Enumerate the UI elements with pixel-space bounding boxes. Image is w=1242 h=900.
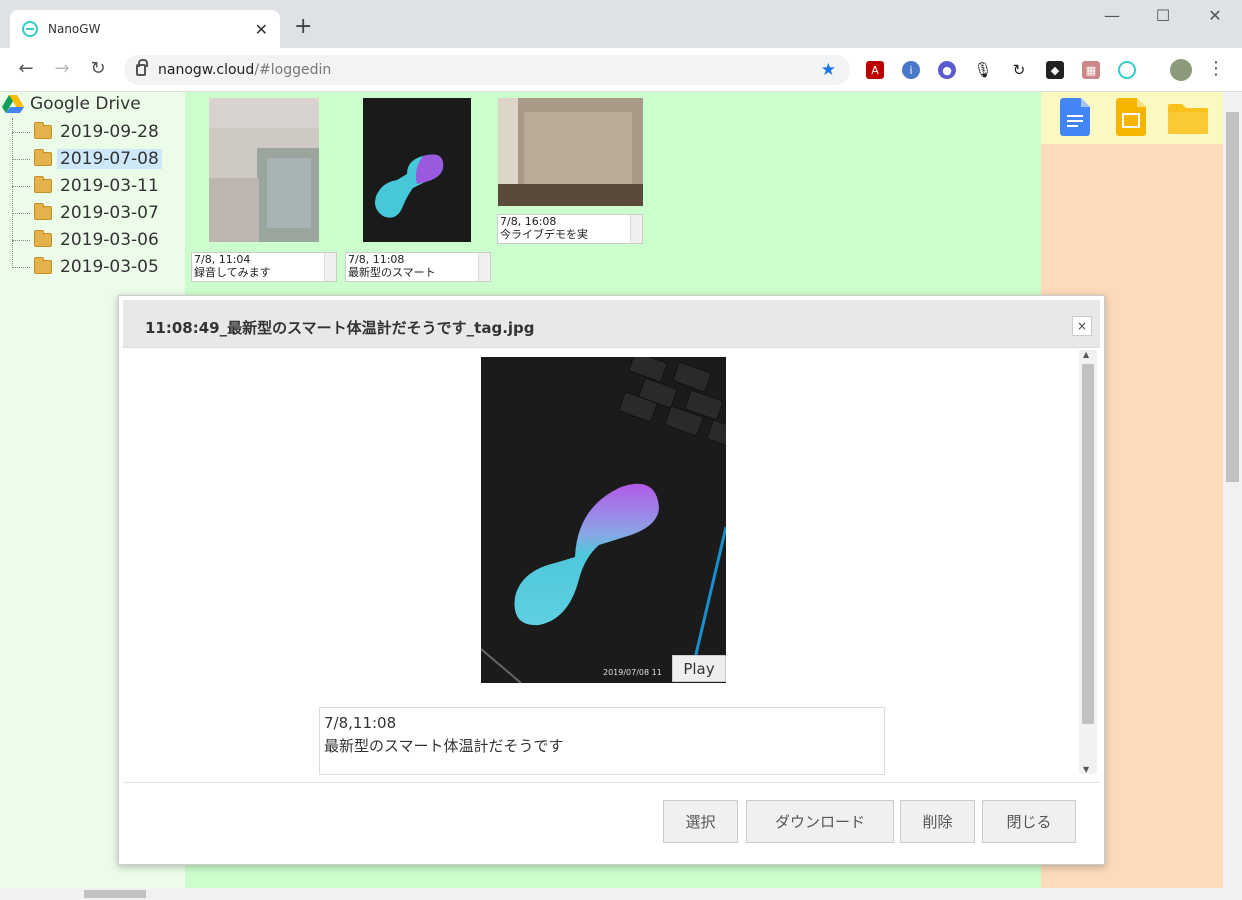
thumbnail-caption[interactable]: 7/8, 11:08 最新型のスマート [345, 252, 491, 282]
minimize-button[interactable]: — [1097, 6, 1127, 25]
microphone-icon[interactable]: 🎙 [973, 61, 992, 79]
scroll-down-icon[interactable]: ▼ [1083, 765, 1089, 774]
delete-button[interactable]: 削除 [900, 800, 975, 843]
extension-icon[interactable]: ● [938, 61, 956, 79]
download-button[interactable]: ダウンロード [746, 800, 894, 843]
browser-tab[interactable]: NanoGW ✕ [10, 10, 280, 48]
photo-thumbnail[interactable] [209, 98, 319, 242]
scroll-up-icon[interactable]: ▲ [1083, 350, 1089, 359]
caption-scrollbar[interactable] [630, 215, 642, 243]
caption-scrollbar[interactable] [324, 253, 336, 281]
google-drive-icon [2, 95, 24, 113]
nanogw-extension-icon[interactable] [1118, 61, 1136, 79]
select-button[interactable]: 選択 [663, 800, 738, 843]
dialog-title: 11:08:49_最新型のスマート体温計だそうです_tag.jpg [145, 319, 535, 337]
nanogw-favicon-icon [22, 21, 38, 37]
folder-icon [34, 122, 52, 139]
cat-extension-icon[interactable]: ◆ [1046, 61, 1064, 79]
folder-icon [34, 230, 52, 247]
tab-title: NanoGW [48, 22, 101, 36]
page-vertical-scrollbar[interactable] [1223, 92, 1242, 900]
back-button[interactable]: ← [14, 58, 38, 79]
folder-icon [34, 176, 52, 193]
tree-item[interactable]: 2019-09-28 [12, 120, 162, 144]
folder-icon [34, 203, 52, 220]
browser-menu-icon[interactable]: ⋮ [1204, 58, 1228, 79]
dialog-scrollbar[interactable]: ▲ ▼ [1079, 350, 1097, 774]
browser-toolbar: ← → ↻ nanogw.cloud/#loggedin ★ A i ● 🎙 ↻… [0, 48, 1242, 92]
tree-root-label: Google Drive [30, 94, 141, 114]
address-bar[interactable]: nanogw.cloud/#loggedin ★ [124, 55, 850, 85]
sync-icon[interactable]: ↻ [1010, 61, 1028, 79]
slides-icon[interactable] [1116, 98, 1146, 136]
page-horizontal-scrollbar[interactable] [0, 888, 1223, 900]
play-button[interactable]: Play [672, 655, 726, 682]
maximize-button[interactable]: ☐ [1148, 6, 1178, 25]
thumbnail-caption[interactable]: 7/8, 11:04 録音してみます [191, 252, 337, 282]
dialog-header: 11:08:49_最新型のスマート体温計だそうです_tag.jpg × [123, 300, 1100, 348]
tree-item[interactable]: 2019-03-11 [12, 174, 162, 198]
forward-button[interactable]: → [50, 58, 74, 79]
memo-line: 7/8,11:08 [324, 714, 397, 732]
close-button[interactable]: 閉じる [982, 800, 1076, 843]
tree-item[interactable]: 2019-03-07 [12, 201, 162, 225]
folder-icon[interactable] [1168, 98, 1208, 136]
thumbnail-caption[interactable]: 7/8, 16:08 今ライブデモを実 [497, 214, 643, 244]
memo-line: 最新型のスマート体温計だそうです [324, 737, 564, 755]
photo-viewer-dialog: 11:08:49_最新型のスマート体温計だそうです_tag.jpg × 2019… [118, 295, 1105, 865]
tree-root[interactable]: Google Drive [2, 94, 141, 114]
tree-item[interactable]: 2019-03-06 [12, 228, 162, 252]
tree-item[interactable]: 2019-03-05 [12, 255, 162, 279]
reload-button[interactable]: ↻ [86, 58, 110, 79]
memo-textarea[interactable]: 7/8,11:08 最新型のスマート体温計だそうです [319, 707, 885, 775]
dialog-close-icon[interactable]: × [1072, 316, 1092, 336]
caption-scrollbar[interactable] [478, 253, 490, 281]
dialog-footer: 選択 ダウンロード 削除 閉じる [123, 782, 1100, 862]
lock-icon [136, 59, 148, 76]
tree-item-selected[interactable]: 2019-07-08 [12, 147, 162, 171]
photo-preview: 2019/07/08 11 [481, 357, 726, 683]
profile-avatar[interactable] [1170, 59, 1192, 81]
photo-thumbnail[interactable] [498, 98, 643, 206]
pdf-extension-icon[interactable]: A [866, 61, 884, 79]
window-close-button[interactable]: ✕ [1200, 6, 1230, 25]
photo-timestamp: 2019/07/08 11 [603, 668, 662, 677]
extension-icon[interactable]: ▦ [1082, 61, 1100, 79]
url-host: nanogw.cloud [158, 62, 255, 78]
folder-icon [34, 149, 52, 166]
docs-icon[interactable] [1060, 98, 1090, 136]
bookmark-star-icon[interactable]: ★ [821, 60, 836, 80]
extension-icon[interactable]: i [902, 61, 920, 79]
app-icons-bar [1041, 92, 1223, 144]
folder-icon [34, 257, 52, 274]
browser-tab-strip: NanoGW ✕ + — ☐ ✕ [0, 0, 1242, 48]
url-path: /#loggedin [254, 62, 332, 78]
photo-thumbnail[interactable] [363, 98, 471, 242]
tab-close-icon[interactable]: ✕ [255, 20, 268, 39]
new-tab-button[interactable]: + [294, 14, 312, 39]
